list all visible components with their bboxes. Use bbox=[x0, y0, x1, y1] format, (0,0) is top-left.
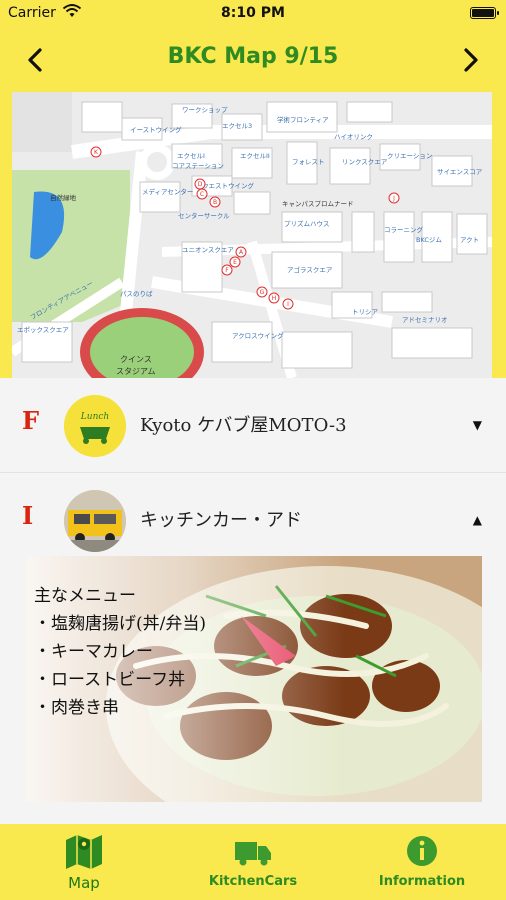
tab-kitchencars[interactable]: KitchenCars bbox=[169, 824, 337, 900]
svg-text:センターサークル: センターサークル bbox=[178, 211, 230, 220]
svg-text:ウエストウイング: ウエストウイング bbox=[202, 181, 255, 190]
lunch-logo-icon: Lunch bbox=[64, 395, 126, 457]
svg-text:E: E bbox=[233, 259, 237, 266]
svg-text:コアステーション: コアステーション bbox=[172, 162, 224, 170]
svg-text:B: B bbox=[213, 199, 217, 206]
vendor-menu-photo: 主なメニュー ・塩麹唐揚げ(丼/弁当) ・キーマカレー ・ローストビーフ丼 ・肉… bbox=[26, 556, 482, 802]
svg-text:アクロスウイング: アクロスウイング bbox=[232, 331, 284, 340]
svg-text:F: F bbox=[225, 267, 229, 274]
truck-icon bbox=[235, 842, 271, 866]
map-icon bbox=[66, 835, 102, 869]
vendor-row-i[interactable]: I キッチンカー・アド ▲ bbox=[0, 473, 506, 568]
svg-text:アドセミナリオ: アドセミナリオ bbox=[402, 316, 448, 324]
svg-text:サイエンスコア: サイエンスコア bbox=[437, 168, 483, 176]
menu-item: ・キーマカレー bbox=[34, 642, 153, 662]
svg-text:イーストウイング: イーストウイング bbox=[130, 125, 182, 134]
svg-text:パスのりば: パスのりば bbox=[120, 289, 153, 298]
svg-text:アクト: アクト bbox=[460, 236, 479, 244]
campus-map[interactable]: ワークショップ エクセル3 イーストウイング エクセルII エクセルI 学術フロ… bbox=[0, 92, 506, 378]
campus-map-drawing: ワークショップ エクセル3 イーストウイング エクセルII エクセルI 学術フロ… bbox=[12, 92, 492, 378]
svg-text:自然緑地: 自然緑地 bbox=[50, 193, 77, 202]
svg-text:D: D bbox=[198, 181, 203, 188]
svg-text:アゴラスクエア: アゴラスクエア bbox=[287, 265, 333, 274]
svg-text:プリズムハウス: プリズムハウス bbox=[284, 219, 330, 228]
svg-text:学術フロンティア: 学術フロンティア bbox=[277, 115, 329, 124]
forward-button[interactable] bbox=[454, 42, 488, 78]
menu-item: ・塩麹唐揚げ(丼/弁当) bbox=[34, 614, 206, 634]
svg-text:クインス: クインス bbox=[120, 355, 152, 364]
svg-text:フォレスト: フォレスト bbox=[292, 158, 325, 166]
avatar-lunch-text: Lunch bbox=[80, 412, 109, 422]
svg-text:H: H bbox=[272, 295, 277, 302]
svg-text:BKCジム: BKCジム bbox=[416, 236, 442, 244]
svg-text:I: I bbox=[287, 301, 289, 308]
tab-label: KitchenCars bbox=[208, 874, 298, 889]
svg-text:ハイオリンク: ハイオリンク bbox=[334, 133, 373, 141]
svg-text:リンクスクエア: リンクスクエア bbox=[342, 158, 388, 166]
svg-text:エクセル3: エクセル3 bbox=[222, 122, 252, 130]
menu-heading: 主なメニュー bbox=[34, 586, 136, 606]
vendor-avatar: Lunch bbox=[64, 395, 126, 457]
svg-text:エクセルII: エクセルII bbox=[240, 152, 270, 160]
svg-text:ワークショップ: ワークショップ bbox=[182, 106, 228, 114]
food-truck-photo bbox=[64, 490, 126, 552]
navigation-bar: BKC Map 9/15 bbox=[0, 28, 506, 92]
svg-text:トリシア: トリシア bbox=[352, 308, 379, 316]
tab-bar: Map KitchenCars Information bbox=[0, 824, 506, 900]
tab-label: Information bbox=[378, 874, 466, 889]
battery-icon bbox=[470, 7, 499, 19]
menu-item: ・肉巻き串 bbox=[34, 698, 119, 718]
vendor-name: Kyoto ケバブ屋MOTO-3 bbox=[140, 415, 347, 436]
chevron-up-icon[interactable]: ▲ bbox=[473, 513, 482, 527]
svg-text:エクセルI: エクセルI bbox=[177, 152, 205, 160]
svg-text:コラーニング: コラーニング bbox=[384, 225, 424, 234]
svg-text:キャンパスプロムナード: キャンパスプロムナード bbox=[282, 200, 354, 208]
svg-text:ユニオンスクエア: ユニオンスクエア bbox=[182, 246, 234, 254]
vendor-pin-letter: F bbox=[22, 406, 40, 435]
svg-text:クリエーション: クリエーション bbox=[387, 152, 432, 160]
status-bar: Carrier 8:10 PM bbox=[0, 0, 506, 28]
tab-label: Map bbox=[68, 874, 100, 892]
tab-map[interactable]: Map bbox=[0, 824, 168, 900]
svg-text:メディアセンター: メディアセンター bbox=[142, 187, 193, 196]
svg-text:エポックスクエア: エポックスクエア bbox=[17, 326, 69, 334]
vendor-avatar bbox=[64, 490, 126, 552]
info-icon bbox=[407, 836, 437, 866]
vendor-list: F Lunch Kyoto ケバブ屋MOTO-3 ▼ I キッチンカー・アド ▲… bbox=[0, 378, 506, 824]
svg-text:スタジアム: スタジアム bbox=[116, 367, 155, 376]
svg-text:J: J bbox=[392, 195, 395, 202]
svg-text:C: C bbox=[200, 191, 204, 198]
vendor-name: キッチンカー・アド bbox=[140, 510, 302, 531]
vendor-menu-text: 主なメニュー ・塩麹唐揚げ(丼/弁当) ・キーマカレー ・ローストビーフ丼 ・肉… bbox=[34, 582, 206, 722]
chevron-right-icon bbox=[464, 48, 478, 72]
vendor-row-f[interactable]: F Lunch Kyoto ケバブ屋MOTO-3 ▼ bbox=[0, 378, 506, 473]
tab-information[interactable]: Information bbox=[338, 824, 506, 900]
vendor-pin-letter: I bbox=[22, 501, 34, 530]
chevron-down-icon[interactable]: ▼ bbox=[473, 418, 482, 432]
menu-item: ・ローストビーフ丼 bbox=[34, 670, 186, 690]
page-title: BKC Map 9/15 bbox=[167, 44, 339, 69]
svg-text:G: G bbox=[260, 289, 265, 296]
clock: 8:10 PM bbox=[221, 5, 285, 21]
